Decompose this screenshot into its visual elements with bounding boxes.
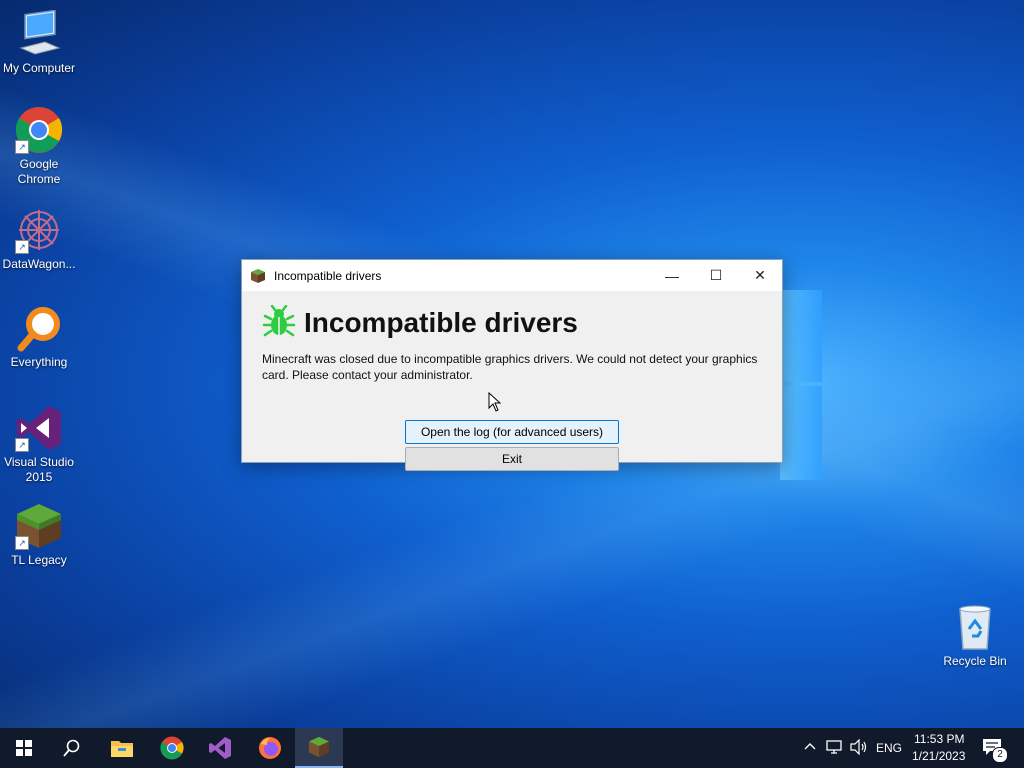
exit-button[interactable]: Exit bbox=[405, 447, 619, 471]
taskbar-chrome[interactable] bbox=[148, 728, 196, 768]
language-indicator[interactable]: ENG bbox=[876, 741, 902, 755]
chrome-icon: ↗ bbox=[15, 106, 63, 154]
taskbar-file-explorer[interactable] bbox=[98, 728, 146, 768]
taskbar-firefox[interactable] bbox=[246, 728, 294, 768]
desktop-icon-label: Everything bbox=[10, 355, 68, 369]
desktop-icon-datawagon[interactable]: ↗ DataWagon... bbox=[0, 206, 79, 272]
datawagon-icon: ↗ bbox=[15, 206, 63, 254]
taskbar: ENG 11:53 PM 1/21/2023 2 bbox=[0, 728, 1024, 768]
minecraft-icon bbox=[308, 736, 330, 758]
close-icon: ✕ bbox=[754, 267, 766, 283]
desktop-icon-label: DataWagon... bbox=[2, 257, 76, 271]
desktop-icon-tl-legacy[interactable]: ↗ TL Legacy bbox=[0, 502, 79, 568]
maximize-icon: ☐ bbox=[709, 267, 723, 283]
visual-studio-icon: ↗ bbox=[15, 404, 63, 452]
start-button[interactable] bbox=[0, 728, 48, 768]
desktop-icon-everything[interactable]: Everything bbox=[0, 304, 79, 370]
recycle-bin-icon bbox=[951, 603, 999, 651]
desktop-icon-label: Recycle Bin bbox=[943, 654, 1007, 668]
incompatible-drivers-dialog: Incompatible drivers — ☐ ✕ Incompatible … bbox=[241, 259, 783, 471]
chrome-icon bbox=[160, 736, 184, 760]
firefox-icon bbox=[259, 737, 281, 759]
maximize-button[interactable]: ☐ bbox=[694, 260, 738, 291]
clock-time[interactable]: 11:53 PM bbox=[914, 732, 964, 746]
clock-date[interactable]: 1/21/2023 bbox=[912, 749, 965, 763]
minimize-button[interactable]: — bbox=[650, 260, 694, 291]
dialog-titlebar[interactable]: Incompatible drivers — ☐ ✕ bbox=[242, 260, 782, 291]
minecraft-grass-block-icon: ↗ bbox=[15, 502, 63, 550]
desktop-icon-label: Google Chrome bbox=[17, 157, 61, 186]
open-log-button[interactable]: Open the log (for advanced users) bbox=[405, 420, 619, 444]
visual-studio-icon bbox=[209, 737, 231, 759]
action-center-button[interactable]: 2 bbox=[982, 738, 1008, 763]
dialog-message: Minecraft was closed due to incompatible… bbox=[262, 352, 758, 382]
shortcut-arrow-icon: ↗ bbox=[15, 140, 29, 154]
desktop-icon-label: Visual Studio 2015 bbox=[4, 455, 74, 484]
shortcut-arrow-icon: ↗ bbox=[15, 240, 29, 254]
desktop-icon-visual-studio[interactable]: ↗ Visual Studio 2015 bbox=[0, 404, 79, 485]
desktop-icon-label: TL Legacy bbox=[11, 553, 67, 567]
shortcut-arrow-icon: ↗ bbox=[15, 438, 29, 452]
wallpaper-windows-logo bbox=[780, 290, 822, 480]
dialog-window-title: Incompatible drivers bbox=[274, 269, 382, 283]
search-icon bbox=[63, 739, 80, 757]
mouse-cursor-icon bbox=[488, 391, 502, 412]
file-explorer-icon bbox=[111, 741, 133, 757]
desktop-icon-recycle-bin[interactable]: Recycle Bin bbox=[935, 603, 1015, 669]
show-hidden-icons-chevron-up-icon[interactable] bbox=[804, 740, 816, 758]
minimize-icon: — bbox=[665, 267, 679, 284]
desktop-icon-my-computer[interactable]: My Computer bbox=[0, 9, 79, 76]
shortcut-arrow-icon: ↗ bbox=[15, 536, 29, 550]
search-button[interactable] bbox=[48, 728, 96, 768]
desktop-icon-google-chrome[interactable]: ↗ Google Chrome bbox=[0, 106, 79, 187]
network-icon[interactable] bbox=[826, 739, 844, 760]
close-button[interactable]: ✕ bbox=[738, 260, 782, 291]
minecraft-app-icon bbox=[250, 268, 266, 284]
bug-icon bbox=[262, 304, 296, 339]
taskbar-minecraft[interactable] bbox=[295, 728, 343, 768]
everything-search-icon bbox=[15, 304, 63, 352]
notification-count-badge: 2 bbox=[992, 747, 1008, 763]
volume-icon[interactable] bbox=[850, 738, 868, 760]
computer-icon bbox=[15, 9, 63, 58]
desktop-icon-label: My Computer bbox=[2, 61, 76, 75]
dialog-heading: Incompatible drivers bbox=[304, 307, 578, 338]
windows-start-icon bbox=[16, 740, 32, 756]
taskbar-visual-studio[interactable] bbox=[196, 728, 244, 768]
